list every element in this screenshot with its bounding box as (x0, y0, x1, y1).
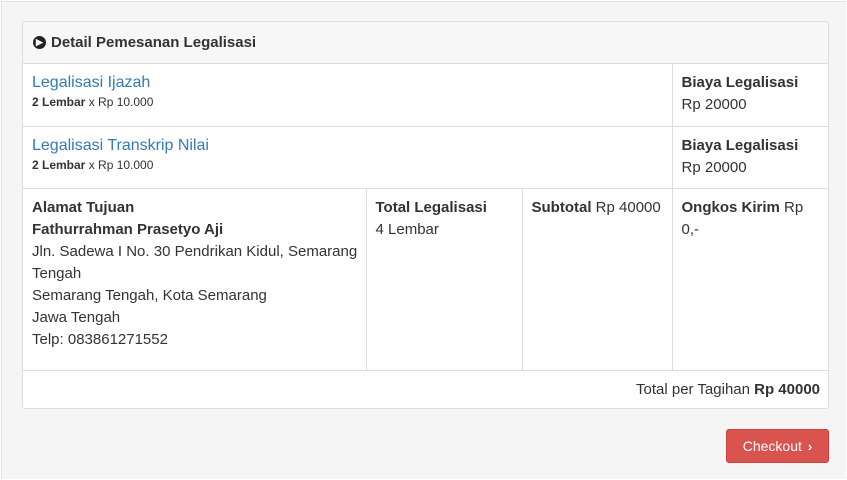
item-name-link[interactable]: Legalisasi Ijazah (32, 72, 664, 94)
invoice-total-label: Total per Tagihan (636, 380, 755, 398)
fee-label: Biaya Legalisasi (681, 136, 799, 154)
recipient-name: Fathurrahman Prasetyo Aji (32, 220, 224, 238)
table-row: Legalisasi Transkrip Nilai 2 Lembar x Rp… (23, 125, 828, 189)
total-legalisasi-value: 4 Lembar (375, 220, 439, 238)
invoice-total-cell: Total per Tagihan Rp 40000 (23, 369, 828, 408)
checkout-label: Checkout (742, 438, 802, 454)
checkout-button[interactable]: Checkout › (726, 429, 829, 463)
item-fee-cell: Biaya Legalisasi Rp 20000 (671, 125, 828, 189)
table-row: Legalisasi Ijazah 2 Lembar x Rp 10.000 B… (23, 64, 828, 127)
subtotal-label: Subtotal (531, 198, 592, 216)
fee-label: Biaya Legalisasi (681, 74, 799, 91)
invoice-total-row: Total per Tagihan Rp 40000 (23, 369, 828, 408)
page-container: ▶ Detail Pemesanan Legalisasi Legalisasi… (1, 1, 846, 479)
chevron-right-icon: › (807, 438, 813, 454)
phone-number: Telp: 083861271552 (32, 330, 168, 348)
address-line-3: Jawa Tengah (32, 308, 121, 326)
total-legalisasi-label: Total Legalisasi (375, 198, 487, 216)
fee-value: Rp 20000 (681, 96, 747, 113)
order-table: Legalisasi Ijazah 2 Lembar x Rp 10.000 B… (23, 64, 828, 408)
summary-details-row: Alamat Tujuan Fathurrahman Prasetyo Aji … (23, 187, 828, 371)
total-legalisasi-cell: Total Legalisasi 4 Lembar (365, 187, 523, 371)
address-line-1: Jln. Sadewa I No. 30 Pendrikan Kidul, Se… (32, 242, 358, 282)
item-fee-cell: Biaya Legalisasi Rp 20000 (671, 64, 828, 127)
address-cell: Alamat Tujuan Fathurrahman Prasetyo Aji … (23, 187, 367, 371)
panel-heading: ▶ Detail Pemesanan Legalisasi (23, 22, 828, 64)
address-label: Alamat Tujuan (32, 198, 135, 216)
item-cell: Legalisasi Transkrip Nilai 2 Lembar x Rp… (23, 125, 673, 189)
subtotal-value: Rp 40000 (591, 198, 661, 216)
order-detail-panel: ▶ Detail Pemesanan Legalisasi Legalisasi… (22, 21, 829, 409)
subtotal-cell: Subtotal Rp 40000 (521, 187, 673, 371)
item-name-link[interactable]: Legalisasi Transkrip Nilai (32, 135, 664, 157)
item-quantity: 2 Lembar x Rp 10.000 (32, 157, 154, 172)
fee-value: Rp 20000 (681, 158, 747, 176)
item-quantity: 2 Lembar x Rp 10.000 (32, 95, 154, 109)
item-cell: Legalisasi Ijazah 2 Lembar x Rp 10.000 (23, 64, 673, 127)
invoice-total-value: Rp 40000 (754, 380, 821, 398)
address-line-2: Semarang Tengah, Kota Semarang (32, 286, 267, 304)
shipping-cell: Ongkos Kirim Rp 0,- (671, 187, 828, 371)
circle-arrow-right-icon: ▶ (33, 36, 46, 49)
shipping-label: Ongkos Kirim (681, 198, 780, 216)
panel-title: Detail Pemesanan Legalisasi (51, 34, 257, 51)
